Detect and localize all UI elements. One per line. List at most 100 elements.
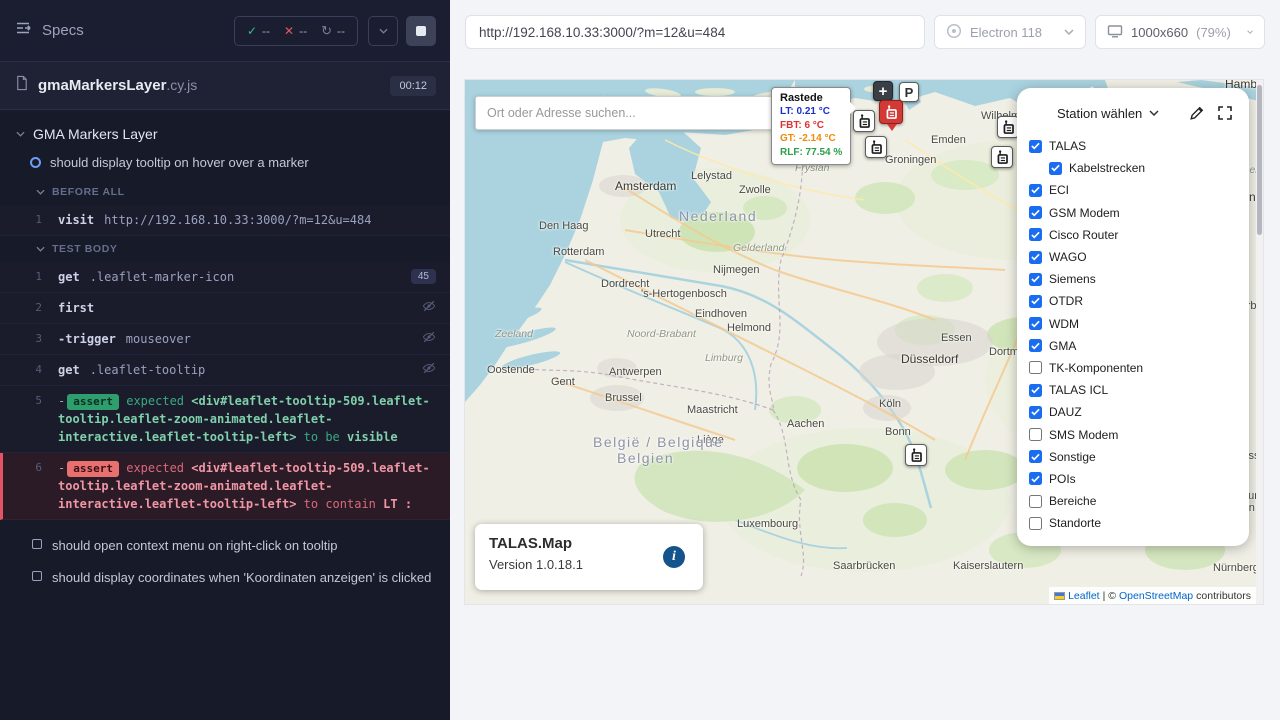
checkbox-checked[interactable] [1029, 384, 1042, 397]
checkbox-unchecked[interactable] [1029, 495, 1042, 508]
specs-title[interactable]: Specs [42, 22, 84, 39]
station-layer-item[interactable]: Sonstige [1029, 446, 1239, 468]
station-marker[interactable] [905, 444, 927, 466]
parking-marker[interactable]: P [899, 82, 919, 102]
spec-header: gmaMarkersLayer.cy.js 00:12 [0, 62, 450, 110]
before-all-section[interactable]: BEFORE ALL [0, 179, 450, 205]
app-version: Version 1.0.18.1 [489, 557, 689, 572]
leaflet-link[interactable]: Leaflet [1068, 590, 1100, 602]
active-station-marker[interactable] [879, 100, 903, 124]
checkbox-unchecked[interactable] [1029, 428, 1042, 441]
command-row-first[interactable]: 2 first [0, 293, 450, 324]
test-title[interactable]: should open context menu on right-click … [0, 530, 450, 562]
station-layer-item[interactable]: Standorte [1029, 512, 1239, 534]
collapse-stats-button[interactable] [368, 16, 398, 46]
check-icon: ✓ [247, 24, 257, 38]
command-row-assert-passed[interactable]: 5 -assert expected <div#leaflet-tooltip-… [0, 386, 450, 453]
test-body-section[interactable]: TEST BODY [0, 236, 450, 262]
checkbox-unchecked[interactable] [1029, 361, 1042, 374]
checkbox-checked[interactable] [1029, 406, 1042, 419]
reporter-header: Specs ✓-- ✕-- ↻-- [0, 0, 450, 62]
checkbox-checked[interactable] [1029, 140, 1042, 153]
station-layer-item[interactable]: GMA [1029, 335, 1239, 357]
checkbox-unchecked[interactable] [1029, 517, 1042, 530]
map-attribution: Leaflet | © OpenStreetMap contributors [1049, 587, 1256, 604]
chevron-down-icon [36, 189, 45, 195]
station-layer-item[interactable]: SMS Modem [1029, 423, 1239, 445]
station-layer-item[interactable]: Kabelstrecken [1049, 157, 1239, 179]
tooltip-measurement-row: GT: -2.14 °C [780, 132, 842, 146]
station-marker[interactable] [865, 136, 887, 158]
suite-title[interactable]: GMA Markers Layer [0, 122, 450, 150]
station-layer-item[interactable]: TALAS ICL [1029, 379, 1239, 401]
command-row-get[interactable]: 1 get.leaflet-marker-icon 45 [0, 262, 450, 293]
fullscreen-icon[interactable] [1217, 105, 1233, 121]
checkbox-checked[interactable] [1029, 228, 1042, 241]
station-select[interactable]: Station wählen [1057, 106, 1142, 121]
iframe-scrollbar[interactable] [1256, 80, 1263, 604]
station-layer-item[interactable]: Bereiche [1029, 490, 1239, 512]
station-layer-item[interactable]: DAUZ [1029, 401, 1239, 423]
station-list: TALAS Kabelstrecken ECI GSM Modem Cisco Rout… [1017, 129, 1249, 534]
station-layer-label: GSM Modem [1049, 206, 1120, 220]
checkbox-checked[interactable] [1049, 162, 1062, 175]
station-layer-item[interactable]: ECI [1029, 179, 1239, 201]
stat-pending: ↻-- [321, 23, 345, 39]
checkbox-checked[interactable] [1029, 295, 1042, 308]
command-row-assert-failed[interactable]: 6 -assert expected <div#leaflet-tooltip-… [0, 453, 450, 520]
scrollbar-thumb[interactable] [1257, 85, 1262, 235]
stat-failed: ✕-- [284, 24, 307, 38]
checkbox-checked[interactable] [1029, 472, 1042, 485]
station-marker[interactable] [991, 146, 1013, 168]
chevron-down-icon [36, 246, 45, 252]
marker-tooltip-rows: LT: 0.21 °CFBT: 6 °CGT: -2.14 °CRLF: 77.… [780, 105, 842, 159]
station-layer-item[interactable]: POIs [1029, 468, 1239, 490]
electron-icon [946, 23, 962, 42]
checkbox-checked[interactable] [1029, 273, 1042, 286]
checkbox-checked[interactable] [1029, 184, 1042, 197]
viewport-size: 1000x660 [1131, 25, 1188, 40]
spec-name[interactable]: gmaMarkersLayer.cy.js [38, 77, 197, 94]
spec-file-icon [14, 75, 29, 96]
stop-button[interactable] [406, 16, 436, 46]
checkbox-checked[interactable] [1029, 339, 1042, 352]
cluster-plus-marker[interactable]: + [873, 81, 893, 101]
station-layer-item[interactable]: WDM [1029, 313, 1239, 335]
command-row-visit[interactable]: 1 visithttp://192.168.10.33:3000/?m=12&u… [0, 205, 450, 236]
checkbox-checked[interactable] [1029, 450, 1042, 463]
specs-menu-icon[interactable] [14, 19, 32, 42]
station-marker[interactable] [997, 116, 1019, 138]
station-marker[interactable] [853, 110, 875, 132]
test-title[interactable]: should display coordinates when 'Koordin… [0, 562, 450, 594]
checkbox-checked[interactable] [1029, 317, 1042, 330]
active-test-title[interactable]: should display tooltip on hover over a m… [0, 150, 450, 179]
address-bar[interactable]: http://192.168.10.33:3000/?m=12&u=484 [465, 15, 925, 49]
tooltip-measurement-row: FBT: 6 °C [780, 119, 842, 133]
station-layer-item[interactable]: OTDR [1029, 290, 1239, 312]
station-layer-item[interactable]: Cisco Router [1029, 224, 1239, 246]
station-layer-item[interactable]: TALAS [1029, 135, 1239, 157]
osm-link[interactable]: OpenStreetMap [1119, 590, 1193, 602]
aut-panel: http://192.168.10.33:3000/?m=12&u=484 El… [450, 0, 1280, 720]
checkbox-checked[interactable] [1029, 206, 1042, 219]
info-icon[interactable]: i [663, 546, 685, 568]
station-layer-item[interactable]: TK-Komponenten [1029, 357, 1239, 379]
command-row-trigger[interactable]: 3 -triggermouseover [0, 324, 450, 355]
edit-icon[interactable] [1189, 105, 1205, 121]
test-pending-icon [32, 571, 42, 581]
station-layer-label: GMA [1049, 339, 1076, 353]
checkbox-checked[interactable] [1029, 251, 1042, 264]
browser-select[interactable]: Electron 118 [934, 15, 1086, 49]
command-row-get-tooltip[interactable]: 4 get.leaflet-tooltip [0, 355, 450, 386]
station-layer-label: Kabelstrecken [1069, 161, 1145, 175]
running-spinner-icon [30, 157, 41, 168]
viewport-select[interactable]: 1000x660 (79%) [1095, 15, 1265, 49]
station-layer-item[interactable]: Siemens [1029, 268, 1239, 290]
map-viewport[interactable]: HamburgBremerhavenWilhelmshavenEmdenGron… [465, 80, 1263, 604]
map-search-input[interactable] [475, 96, 781, 130]
tooltip-measurement-row: LT: 0.21 °C [780, 105, 842, 119]
assert-badge: assert [67, 394, 119, 410]
assert-badge: assert [67, 461, 119, 477]
station-layer-item[interactable]: WAGO [1029, 246, 1239, 268]
station-layer-item[interactable]: GSM Modem [1029, 202, 1239, 224]
